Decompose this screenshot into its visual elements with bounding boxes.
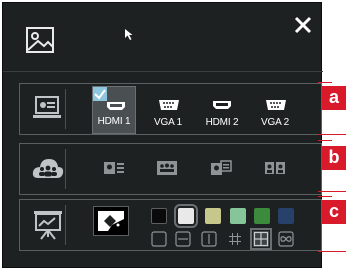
color-swatch-white[interactable] [174,204,198,228]
cloud-people-icon [32,159,64,178]
callout-b-line-bottom [318,191,346,192]
callout-a-line-bottom [318,134,346,135]
paint-bucket-icon [98,211,124,231]
layout-presenter-list-icon[interactable] [103,160,125,176]
whiteboard-background-button[interactable] [93,206,129,236]
source-vga-1[interactable]: VGA 1 [146,86,190,134]
pattern-grid-icon[interactable] [250,228,272,250]
callout-badge-b: b [322,146,346,170]
color-swatch-black[interactable] [151,208,167,224]
callout-badge-c: c [322,200,346,224]
row-divider [65,89,66,129]
whiteboard-easel-icon [34,211,62,240]
source-label: HDMI 2 [205,117,239,128]
hdmi-port-icon [213,101,231,109]
source-label: HDMI 1 [97,116,131,127]
callout-a-line-top [318,82,332,83]
color-swatch-green[interactable] [254,208,270,224]
pattern-infinity-icon[interactable] [278,231,294,247]
header-separator [3,71,323,72]
layout-group-icon[interactable] [156,160,178,176]
source-label: VGA 2 [261,117,289,128]
pattern-vertical-lines-icon[interactable] [201,231,217,247]
close-icon[interactable] [293,15,313,35]
layout-two-people-icon[interactable] [264,160,286,176]
color-swatch-khaki[interactable] [205,208,221,224]
source-hdmi-1[interactable]: HDMI 1 [92,86,136,134]
image-icon [26,27,54,53]
selected-check-icon [93,87,107,101]
source-label: VGA 1 [154,117,182,128]
presentation-screen-icon [33,96,61,118]
pattern-blank-icon[interactable] [151,231,167,247]
callout-c-line-bottom [318,251,346,252]
color-swatch-mint[interactable] [230,208,246,224]
vga-port-icon [159,100,179,110]
pattern-fine-grid-icon[interactable] [227,231,243,247]
source-vga-2[interactable]: VGA 2 [253,86,297,134]
callout-badge-a: a [322,86,346,110]
color-swatch-navy[interactable] [278,208,294,224]
row-divider [65,149,66,189]
hdmi-port-icon [107,102,125,110]
pattern-horizontal-lines-icon[interactable] [175,231,191,247]
source-hdmi-2[interactable]: HDMI 2 [200,86,244,134]
mouse-pointer-icon [125,29,133,40]
vga-port-icon [266,100,286,110]
settings-panel: HDMI 1 VGA 1 HDMI 2 VGA 2 [2,2,323,268]
callout-c-line-top [318,196,332,197]
layout-presenter-slide-icon[interactable] [210,160,232,176]
callout-b-line-top [318,140,332,141]
row-divider [65,205,66,245]
